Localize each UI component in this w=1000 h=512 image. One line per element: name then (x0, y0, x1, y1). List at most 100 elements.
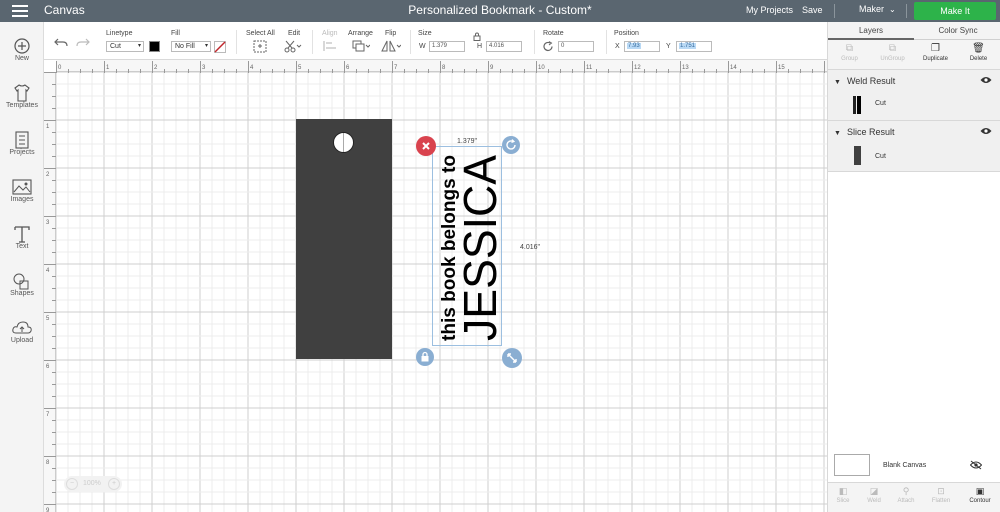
chevron-down-icon: ▾ (204, 43, 208, 49)
top-header: Canvas Personalized Bookmark - Custom* M… (0, 0, 1000, 22)
header-divider (906, 4, 907, 18)
ruler-label: 7 (394, 65, 398, 71)
ruler-label: 4 (46, 268, 50, 274)
design-canvas[interactable]: 0 1 2 3 4 5 6 7 8 9 10 11 12 13 14 15 123456789 this bo… (44, 60, 827, 512)
sidebar-item-text[interactable]: Text (0, 225, 44, 250)
no-fill-swatch-icon[interactable] (214, 41, 226, 53)
x-position-input[interactable]: 7.93 (624, 41, 660, 52)
image-icon (12, 179, 32, 195)
selection-box[interactable]: this book belongs to JESSICA (432, 146, 506, 346)
ungroup-button[interactable]: ⧉ UnGroup (871, 42, 914, 62)
layer-group-weld-result[interactable]: ▼ Weld Result Cut (828, 70, 1000, 121)
sidebar-item-images[interactable]: Images (0, 178, 44, 203)
group-icon: ⧉ (845, 43, 854, 54)
blank-canvas-label: Blank Canvas (883, 462, 927, 469)
layer-actions: ⧉ Group ⧉ UnGroup ❐ Duplicate 🗑 Delete (828, 40, 1000, 70)
document-title: Personalized Bookmark - Custom* (408, 3, 592, 17)
header-divider (834, 4, 835, 18)
toolbar-separator (236, 30, 237, 54)
zoom-in-button[interactable]: + (108, 478, 120, 490)
layer-group-header[interactable]: ▼ Slice Result (834, 127, 894, 137)
height-input[interactable]: 4.016 (486, 41, 522, 52)
layer-group-header[interactable]: ▼ Weld Result (834, 76, 895, 86)
toolbar-separator (606, 30, 607, 54)
ruler-label: 6 (46, 364, 50, 370)
y-position-input[interactable]: 1.751 (676, 41, 712, 52)
slice-icon: ◧ (838, 486, 848, 496)
make-it-button[interactable]: Make It (914, 2, 996, 20)
my-projects-link[interactable]: My Projects (746, 5, 793, 15)
layer-group-name: Weld Result (846, 76, 896, 86)
eye-icon[interactable] (980, 76, 992, 84)
lock-aspect-icon[interactable] (473, 32, 481, 41)
arrange-icon[interactable] (352, 40, 370, 52)
bookmark-shape[interactable] (296, 119, 392, 359)
attach-icon: ⚲ (902, 486, 910, 496)
ruler-label: 14 (730, 65, 737, 71)
duplicate-button[interactable]: ❐ Duplicate (914, 42, 957, 62)
save-link[interactable]: Save (802, 5, 823, 15)
plus-circle-icon (14, 38, 30, 54)
toolbar-separator (312, 30, 313, 54)
resize-diagonal-icon (507, 353, 517, 363)
contour-label: Contour (969, 498, 991, 504)
resize-handle[interactable] (502, 348, 522, 368)
ruler-label: 1 (46, 124, 50, 130)
hamburger-menu-icon[interactable] (12, 5, 28, 17)
attach-button[interactable]: ⚲ Attach (891, 486, 921, 504)
weld-label: Weld (867, 498, 881, 504)
machine-selector[interactable]: Maker ⌄ (859, 4, 896, 14)
blank-canvas-swatch[interactable] (834, 454, 870, 476)
arrange-label: Arrange (348, 30, 373, 37)
zoom-out-button[interactable]: − (66, 478, 78, 490)
left-sidebar: New Templates Projects Images Text Shape… (0, 22, 44, 512)
tab-color-sync[interactable]: Color Sync (915, 22, 1000, 40)
align-icon[interactable] (322, 40, 340, 52)
width-input[interactable]: 1.379 (429, 41, 465, 52)
sidebar-item-new[interactable]: New (0, 37, 44, 62)
contour-button[interactable]: ▣ Contour (965, 486, 995, 504)
bottom-actions: ◧ Slice ◪ Weld ⚲ Attach ⊡ Flatten ▣ Contour (828, 482, 1000, 512)
rotate-input[interactable]: 0 (558, 41, 594, 52)
linetype-color-swatch[interactable] (149, 41, 160, 52)
flatten-button[interactable]: ⊡ Flatten (926, 486, 956, 504)
select-all-icon[interactable] (253, 40, 267, 53)
shapes-icon (13, 273, 29, 290)
sidebar-item-projects[interactable]: Projects (0, 131, 44, 156)
delete-label: Delete (969, 56, 988, 62)
slice-button[interactable]: ◧ Slice (828, 486, 858, 504)
sidebar-item-shapes[interactable]: Shapes (0, 272, 44, 297)
app-title: Canvas (44, 3, 85, 17)
delete-handle[interactable] (416, 136, 436, 156)
tab-layers[interactable]: Layers (828, 22, 914, 40)
ruler-label: 13 (682, 65, 689, 71)
flip-icon[interactable] (381, 40, 401, 52)
lock-icon (421, 351, 429, 362)
sidebar-item-label: New (14, 55, 29, 62)
eye-icon[interactable] (980, 127, 992, 135)
text-line-2: JESSICA (454, 155, 503, 341)
ruler-label: 3 (46, 220, 50, 226)
sidebar-item-templates[interactable]: Templates (0, 84, 44, 109)
ruler-label: 11 (586, 65, 593, 71)
layer-group-name: Slice Result (846, 127, 895, 137)
ruler-label: 10 (538, 65, 545, 71)
delete-button[interactable]: 🗑 Delete (957, 42, 1000, 62)
ruler-label: 9 (46, 508, 50, 512)
size-label: Size (418, 30, 432, 37)
weld-button[interactable]: ◪ Weld (859, 486, 889, 504)
sidebar-item-upload[interactable]: Upload (0, 319, 44, 344)
redo-icon[interactable] (76, 37, 90, 47)
group-button[interactable]: ⧉ Group (828, 42, 871, 62)
text-icon (14, 226, 30, 243)
machine-label: Maker (859, 4, 885, 14)
height-label: H (477, 43, 483, 50)
eye-off-icon[interactable] (970, 460, 982, 470)
fill-select[interactable]: No Fill ▾ (171, 41, 211, 52)
rotate-handle[interactable] (502, 136, 520, 154)
layer-group-slice-result[interactable]: ▼ Slice Result Cut (828, 121, 1000, 172)
undo-icon[interactable] (54, 37, 68, 47)
linetype-select[interactable]: Cut ▾ (106, 41, 144, 52)
scissors-icon[interactable] (284, 40, 302, 53)
lock-handle[interactable] (416, 348, 434, 366)
